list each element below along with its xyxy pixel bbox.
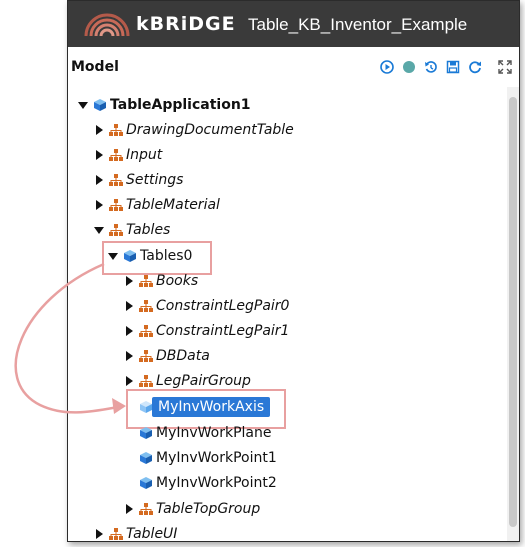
hierarchy-icon xyxy=(139,374,153,388)
tree-node-label: ConstraintLegPair0 xyxy=(156,298,290,314)
tree-node[interactable]: DBData xyxy=(123,344,210,368)
tree-node[interactable]: MyInvWorkPoint1 xyxy=(139,446,277,470)
tree-node-label: MyInvWorkPlane xyxy=(156,425,272,441)
undo-button[interactable] xyxy=(422,60,439,77)
tree-node-selected[interactable]: MyInvWorkAxis xyxy=(139,395,271,419)
tree-node-label: TableMaterial xyxy=(126,197,220,213)
expanded-arrow-icon[interactable] xyxy=(77,99,89,111)
tree-node[interactable]: TableTopGroup xyxy=(123,497,260,521)
app-window: kBRiDGE Table_KB_Inventor_Example Model xyxy=(67,0,520,542)
status-dot-icon xyxy=(402,59,416,78)
collapsed-arrow-icon[interactable] xyxy=(93,124,105,136)
tree-node[interactable]: Tables0 xyxy=(107,244,192,268)
tree-node-label: Input xyxy=(126,147,163,163)
cube-icon xyxy=(139,451,153,465)
save-button[interactable] xyxy=(444,60,461,77)
model-tree: TableApplication1 DrawingDocumentTable I… xyxy=(68,87,519,541)
hierarchy-icon xyxy=(109,123,123,137)
hierarchy-icon xyxy=(139,324,153,338)
scrollbar-thumb[interactable] xyxy=(509,97,517,527)
tree-node[interactable]: MyInvWorkPoint2 xyxy=(139,471,277,495)
hierarchy-icon xyxy=(109,223,123,237)
tree-node[interactable]: TableUI xyxy=(93,522,178,542)
cube-icon xyxy=(93,98,107,112)
tree-node-label: Settings xyxy=(126,172,184,188)
hierarchy-icon xyxy=(109,527,123,541)
hierarchy-icon xyxy=(109,173,123,187)
expanded-arrow-icon[interactable] xyxy=(107,250,119,262)
expanded-arrow-icon[interactable] xyxy=(93,224,105,236)
collapsed-arrow-icon[interactable] xyxy=(93,174,105,186)
collapsed-arrow-icon[interactable] xyxy=(123,375,135,387)
tree-node[interactable]: ConstraintLegPair1 xyxy=(123,319,289,343)
tree-node-label: TableTopGroup xyxy=(156,501,261,517)
hierarchy-icon xyxy=(139,274,153,288)
tree-node[interactable]: TableMaterial xyxy=(93,193,220,217)
collapsed-arrow-icon[interactable] xyxy=(123,275,135,287)
tree-node-label: Tables xyxy=(126,222,171,238)
collapsed-arrow-icon[interactable] xyxy=(93,199,105,211)
hierarchy-icon xyxy=(139,502,153,516)
collapsed-arrow-icon[interactable] xyxy=(93,149,105,161)
tree-node-root[interactable]: TableApplication1 xyxy=(77,93,251,117)
hierarchy-icon xyxy=(109,148,123,162)
tree-node-label: DBData xyxy=(156,348,210,364)
scroll-up-arrow-icon[interactable] xyxy=(509,87,517,102)
hierarchy-icon xyxy=(109,198,123,212)
tree-node[interactable]: DrawingDocumentTable xyxy=(93,118,294,142)
cube-icon xyxy=(123,249,137,263)
tree-node-label: LegPairGroup xyxy=(156,373,251,389)
panel-toolbar xyxy=(378,60,513,77)
tree-node-label: MyInvWorkPoint2 xyxy=(156,475,277,491)
expand-icon xyxy=(497,59,512,78)
kbridge-logo-icon xyxy=(84,10,130,38)
save-icon xyxy=(446,59,460,78)
tree-node[interactable]: Settings xyxy=(93,168,183,192)
refresh-button[interactable] xyxy=(466,60,483,77)
title-bar: kBRiDGE Table_KB_Inventor_Example xyxy=(68,1,519,47)
collapsed-arrow-icon[interactable] xyxy=(123,300,135,312)
cube-icon xyxy=(139,400,153,414)
panel-header: Model xyxy=(68,47,519,87)
tree-node-label: TableApplication1 xyxy=(110,97,251,113)
hierarchy-icon xyxy=(139,299,153,313)
collapsed-arrow-icon[interactable] xyxy=(123,503,135,515)
tree-node-label: MyInvWorkAxis xyxy=(152,397,271,417)
hierarchy-icon xyxy=(139,349,153,363)
cube-icon xyxy=(139,476,153,490)
document-title: Table_KB_Inventor_Example xyxy=(248,15,468,34)
collapsed-arrow-icon[interactable] xyxy=(93,528,105,540)
status-button[interactable] xyxy=(400,60,417,77)
tree-node[interactable]: MyInvWorkPlane xyxy=(139,421,272,445)
refresh-icon xyxy=(468,59,482,78)
panel-title: Model xyxy=(71,59,119,75)
collapsed-arrow-icon[interactable] xyxy=(123,325,135,337)
tree-node[interactable]: ConstraintLegPair0 xyxy=(123,294,289,318)
tree-node-label: Books xyxy=(156,273,199,289)
tree-node-label: Tables0 xyxy=(140,248,193,264)
tree-node[interactable]: Books xyxy=(123,269,198,293)
tree-node-label: MyInvWorkPoint1 xyxy=(156,450,277,466)
collapsed-arrow-icon[interactable] xyxy=(123,350,135,362)
expand-button[interactable] xyxy=(496,60,513,77)
undo-icon xyxy=(424,59,438,78)
tree-node[interactable]: Tables xyxy=(93,218,170,242)
tree-node[interactable]: Input xyxy=(93,143,162,167)
run-icon xyxy=(379,59,394,78)
tree-node-label: ConstraintLegPair1 xyxy=(156,323,290,339)
vertical-scrollbar[interactable] xyxy=(507,87,519,541)
brand-name: kBRiDGE xyxy=(136,13,236,35)
tree-node-label: DrawingDocumentTable xyxy=(126,122,294,138)
run-button[interactable] xyxy=(378,60,395,77)
tree-node-label: TableUI xyxy=(126,526,178,542)
cube-icon xyxy=(139,426,153,440)
